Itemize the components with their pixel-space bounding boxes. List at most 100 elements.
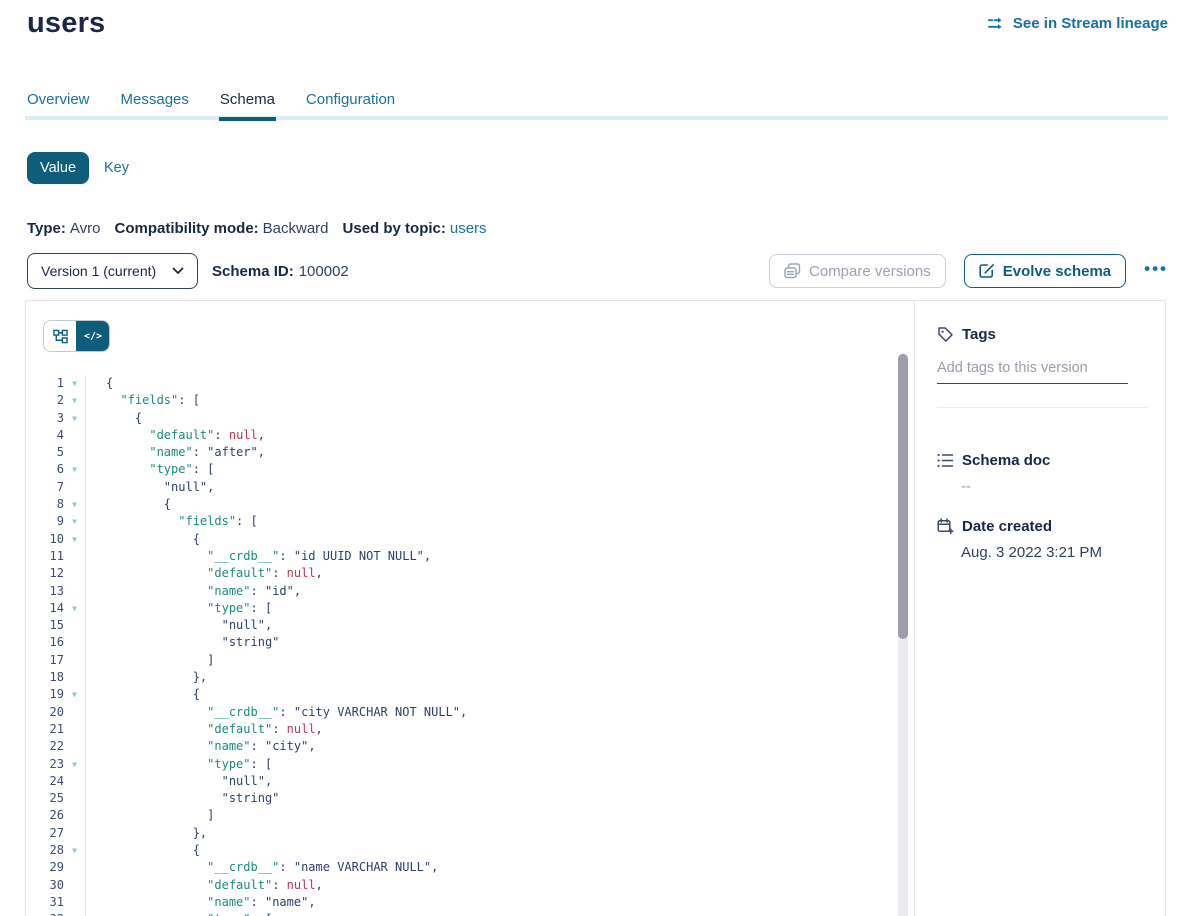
add-tags-input[interactable]	[937, 358, 1128, 384]
code-line: 30 "default": null,	[26, 877, 890, 894]
fold-toggle-icon[interactable]: ▼	[64, 375, 85, 392]
code-text[interactable]: {	[85, 842, 890, 859]
fold-spacer	[64, 704, 85, 721]
code-text[interactable]: },	[85, 825, 890, 842]
code-line: 25 "string"	[26, 790, 890, 807]
code-text[interactable]: {	[85, 531, 890, 548]
code-line: 18 },	[26, 669, 890, 686]
code-text[interactable]: "__crdb__": "city VARCHAR NOT NULL",	[85, 704, 890, 721]
code-line: 16 "string"	[26, 634, 890, 651]
line-number: 23	[26, 756, 64, 773]
schema-doc-header: Schema doc	[937, 452, 1147, 469]
fold-toggle-icon[interactable]: ▼	[64, 600, 85, 617]
fold-spacer	[64, 427, 85, 444]
editor-scrollbar-track[interactable]	[898, 353, 908, 916]
code-text[interactable]: "null",	[85, 617, 890, 634]
fold-spacer	[64, 652, 85, 669]
compatibility-field: Compatibility mode:Backward	[114, 220, 328, 237]
code-text[interactable]: "string"	[85, 790, 890, 807]
line-number: 26	[26, 807, 64, 824]
code-text[interactable]: "null",	[85, 773, 890, 790]
code-text[interactable]: },	[85, 669, 890, 686]
code-text[interactable]: "name": "after",	[85, 444, 890, 461]
line-number: 24	[26, 773, 64, 790]
code-line: 10▼ {	[26, 531, 890, 548]
schema-id-label: Schema ID:	[212, 263, 294, 280]
tab-configuration[interactable]: Configuration	[306, 91, 395, 121]
tree-view-button[interactable]	[44, 321, 77, 351]
fold-toggle-icon[interactable]: ▼	[64, 513, 85, 530]
line-number: 27	[26, 825, 64, 842]
evolve-schema-button[interactable]: Evolve schema	[964, 254, 1126, 288]
code-text[interactable]: "fields": [	[85, 392, 890, 409]
date-created-title: Date created	[962, 518, 1052, 535]
code-text[interactable]: "default": null,	[85, 565, 890, 582]
topic-link[interactable]: users	[450, 220, 487, 237]
fold-toggle-icon[interactable]: ▼	[64, 496, 85, 513]
key-mode-button[interactable]: Key	[104, 160, 129, 176]
tab-overview[interactable]: Overview	[27, 91, 90, 121]
code-text[interactable]: "type": [	[85, 600, 890, 617]
fold-spacer	[64, 894, 85, 911]
fold-toggle-icon[interactable]: ▼	[64, 410, 85, 427]
code-line: 5 "name": "after",	[26, 444, 890, 461]
value-mode-button[interactable]: Value	[27, 152, 89, 184]
code-view-icon: </>	[84, 331, 102, 342]
fold-toggle-icon[interactable]: ▼	[64, 686, 85, 703]
fold-spacer	[64, 479, 85, 496]
code-text[interactable]: "__crdb__": "name VARCHAR NULL",	[85, 859, 890, 876]
editor-scrollbar-thumb[interactable]	[898, 354, 908, 639]
code-text[interactable]: "name": "name",	[85, 894, 890, 911]
line-number: 16	[26, 634, 64, 651]
line-number: 31	[26, 894, 64, 911]
line-number: 17	[26, 652, 64, 669]
code-text[interactable]: ]	[85, 807, 890, 824]
schema-doc-section: Schema doc --	[937, 452, 1147, 495]
line-number: 1	[26, 375, 64, 392]
code-text[interactable]: "null",	[85, 479, 890, 496]
see-in-stream-lineage-link[interactable]: See in Stream lineage	[987, 15, 1168, 32]
code-text[interactable]: "default": null,	[85, 877, 890, 894]
code-text[interactable]: ]	[85, 652, 890, 669]
code-text[interactable]: "__crdb__": "id UUID NOT NULL",	[85, 548, 890, 565]
code-text[interactable]: "name": "city",	[85, 738, 890, 755]
code-text[interactable]: "default": null,	[85, 427, 890, 444]
fold-toggle-icon[interactable]: ▼	[64, 392, 85, 409]
fold-toggle-icon[interactable]: ▼	[64, 842, 85, 859]
fold-toggle-icon[interactable]: ▼	[64, 756, 85, 773]
code-line: 28▼ {	[26, 842, 890, 859]
tab-schema[interactable]: Schema	[220, 91, 275, 121]
line-number: 29	[26, 859, 64, 876]
line-number: 6	[26, 461, 64, 478]
tab-messages[interactable]: Messages	[121, 91, 189, 121]
code-text[interactable]: {	[85, 686, 890, 703]
code-line: 8▼ {	[26, 496, 890, 513]
code-text[interactable]: "fields": [	[85, 513, 890, 530]
code-line: 7 "null",	[26, 479, 890, 496]
edit-schema-icon	[979, 263, 995, 279]
fold-toggle-icon[interactable]: ▼	[64, 461, 85, 478]
fold-toggle-icon[interactable]: ▼	[64, 531, 85, 548]
type-field: Type:Avro	[27, 220, 100, 237]
code-text[interactable]: "type": [	[85, 911, 890, 916]
code-text[interactable]: "string"	[85, 634, 890, 651]
code-line: 32▼ "type": [	[26, 911, 890, 916]
code-view-button[interactable]: </>	[76, 320, 110, 352]
code-text[interactable]: {	[85, 375, 890, 392]
fold-spacer	[64, 565, 85, 582]
code-line: 31 "name": "name",	[26, 894, 890, 911]
version-select[interactable]: Version 1 (current)	[27, 253, 198, 289]
code-text[interactable]: "name": "id",	[85, 583, 890, 600]
compare-versions-button[interactable]: Compare versions	[769, 254, 946, 288]
code-text[interactable]: {	[85, 496, 890, 513]
line-number: 10	[26, 531, 64, 548]
used-by-topic-field: Used by topic:users	[343, 220, 487, 237]
code-text[interactable]: "default": null,	[85, 721, 890, 738]
code-text[interactable]: "type": [	[85, 461, 890, 478]
tab-bar: Overview Messages Schema Configuration	[27, 91, 395, 121]
fold-toggle-icon[interactable]: ▼	[64, 911, 85, 916]
more-actions-button[interactable]: •••	[1144, 256, 1168, 287]
tree-view-icon	[53, 329, 68, 344]
code-text[interactable]: "type": [	[85, 756, 890, 773]
code-text[interactable]: {	[85, 410, 890, 427]
